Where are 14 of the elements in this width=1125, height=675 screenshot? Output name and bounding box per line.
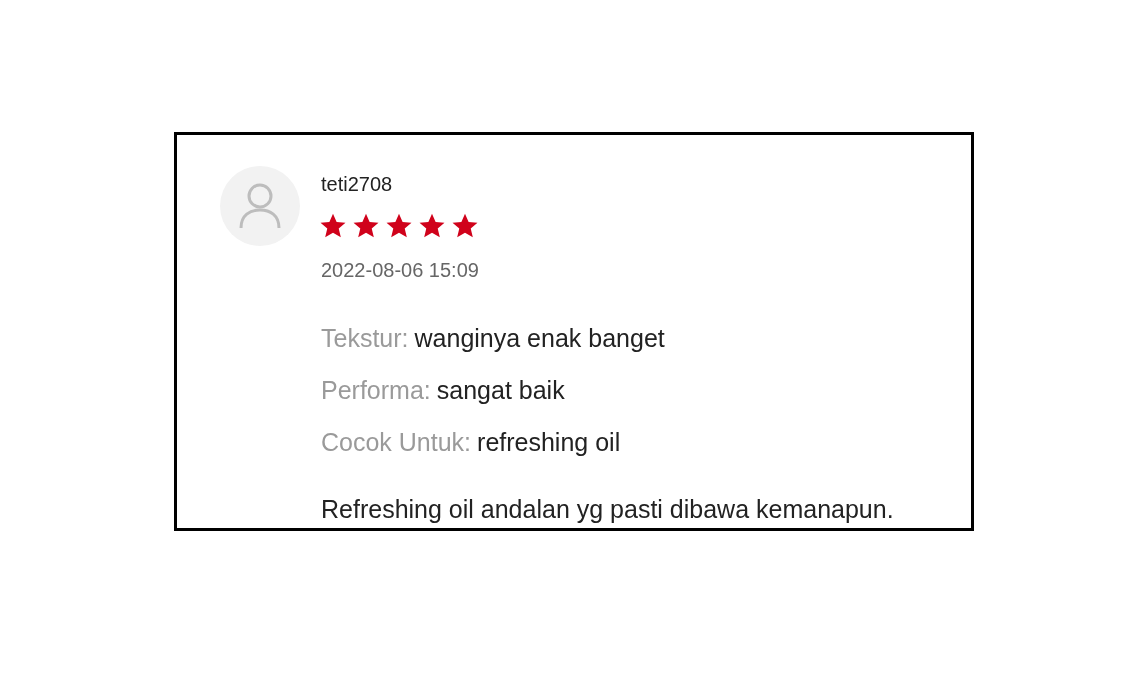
username: teti2708	[321, 172, 394, 197]
star-icon	[385, 212, 413, 240]
attribute-value: sangat baik	[436, 376, 565, 404]
review-date: 2022-08-06 15:09	[321, 258, 480, 283]
star-icon	[352, 212, 380, 240]
star-icon	[418, 212, 446, 240]
attribute-value: refreshing oil	[477, 428, 621, 456]
star-icon	[319, 212, 347, 240]
attribute-label: Performa:	[321, 376, 431, 404]
star-icon	[451, 212, 479, 240]
review-text: Refreshing oil andalan yg pasti dibawa kemanapun.	[321, 494, 894, 524]
attribute-value: wanginya enak banget	[414, 324, 665, 352]
attribute-label: Tekstur:	[321, 324, 409, 352]
attribute-label: Cocok Untuk:	[321, 428, 472, 456]
